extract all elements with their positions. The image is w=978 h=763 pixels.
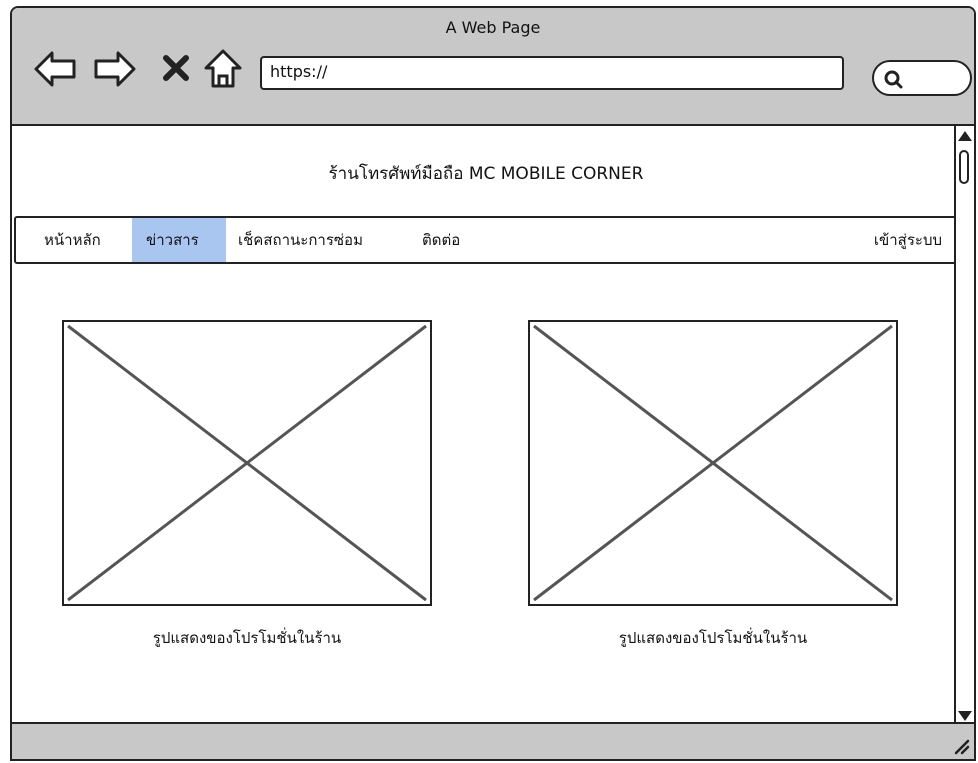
back-arrow-icon[interactable] [32, 46, 78, 92]
scroll-up-icon[interactable] [957, 130, 973, 142]
image-placeholder-icon [67, 324, 427, 602]
page-content: ร้านโทรศัพท์มือถือ MC MOBILE CORNER หน้า… [12, 126, 962, 726]
home-icon[interactable] [202, 46, 244, 92]
status-bar [12, 722, 974, 759]
main-menu: หน้าหลัก ข่าวสาร เช็คสถานะการซ่อม ติดต่อ… [14, 216, 962, 264]
login-link[interactable]: เข้าสู่ระบบ [860, 218, 956, 262]
menu-item-news[interactable]: ข่าวสาร [132, 218, 226, 262]
scroll-thumb[interactable] [959, 150, 969, 184]
forward-arrow-icon[interactable] [92, 46, 138, 92]
promo-caption: รูปแสดงของโปรโมชั่นในร้าน [152, 629, 342, 647]
menu-item-repair-status[interactable]: เช็คสถานะการซ่อม [224, 218, 377, 262]
site-title: ร้านโทรศัพท์มือถือ MC MOBILE CORNER [328, 164, 644, 184]
vertical-scrollbar[interactable] [954, 126, 974, 726]
browser-chrome: A Web Page https:// [12, 8, 974, 126]
scroll-down-icon[interactable] [957, 710, 973, 722]
promo-image-placeholder [528, 320, 898, 606]
search-icon [884, 70, 903, 89]
menu-item-home[interactable]: หน้าหลัก [30, 218, 115, 262]
promo-caption: รูปแสดงของโปรโมชั่นในร้าน [618, 629, 808, 647]
close-x-icon[interactable] [162, 54, 190, 82]
image-placeholder-icon [533, 324, 893, 602]
search-input[interactable] [872, 60, 972, 96]
menu-item-contact[interactable]: ติดต่อ [408, 218, 474, 262]
resize-handle-icon[interactable] [952, 737, 970, 755]
url-input[interactable]: https:// [260, 56, 844, 90]
promo-image-placeholder [62, 320, 432, 606]
window-title: A Web Page [445, 18, 541, 37]
browser-window: A Web Page https:// ร้านโทรศัพท์มือถือ M… [10, 6, 976, 761]
